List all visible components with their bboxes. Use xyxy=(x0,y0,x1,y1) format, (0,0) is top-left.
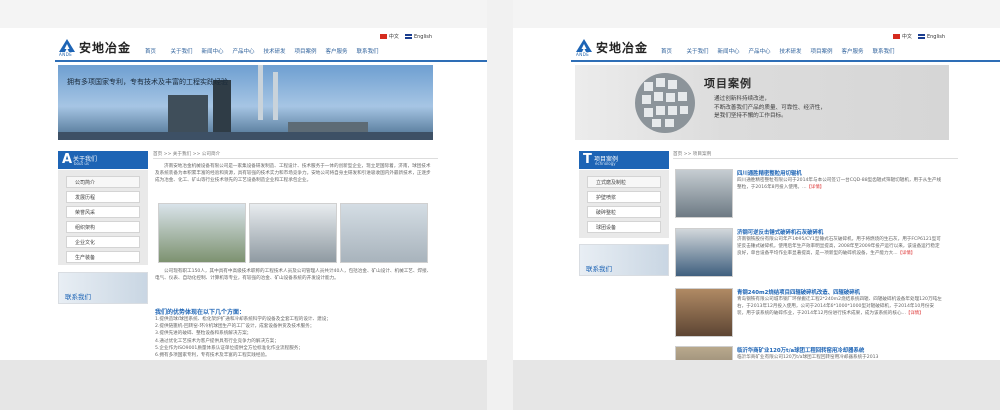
breadcrumb: 首页 >> 关于我们 >> 公司简介 xyxy=(153,152,221,157)
sidebar-item-honors[interactable]: 荣誉风采 xyxy=(66,206,140,218)
photo-factory xyxy=(158,203,246,263)
case-item[interactable]: 四川通胜精密整粒用切辊机 四川通胜精密整粒有限公司于2014年与本公司签订一台C… xyxy=(675,162,941,222)
cube-sphere-icon xyxy=(635,73,695,133)
case-item[interactable]: 青钢240m2烧结项目四辊破碎机改造、四辊破碎机 青岛钢铁有限公司城市钢厂环保搬… xyxy=(675,281,942,341)
staff-paragraph: 公司现有职工150人，其中具有中高级技术职称的工程技术人员及公司管理人员共计40… xyxy=(155,269,432,281)
china-flag-icon xyxy=(379,34,387,39)
sidebar-item-pellet[interactable]: 球团设备 xyxy=(587,221,661,233)
nav-products[interactable]: 产品中心 xyxy=(744,47,775,55)
details-link[interactable]: 【详情】 xyxy=(906,311,924,316)
company-name: 安地冶金 xyxy=(79,41,132,55)
about-banner: 拥有多项国家专利，专有技术及丰富的工程实践经验 xyxy=(58,65,433,140)
sidebar-item-culture[interactable]: 企业文化 xyxy=(66,236,140,248)
uk-flag-icon xyxy=(917,33,925,39)
sidebar-menu: 公司简介 发展历程 荣誉风采 组织架构 企业文化 生产装备 xyxy=(58,170,148,265)
sidebar-menu: 立式磨及制粒 护壁喷浆 破碎整粒 球团设备 xyxy=(579,170,669,238)
nav-about[interactable]: 关于我们 xyxy=(166,47,197,55)
cases-banner: 项目案例 通过创新科持续改进， 不断改善我们产品的质量、可靠性、经济性， 是我们… xyxy=(575,65,949,140)
banner-slogan: 通过创新科持续改进， 不断改善我们产品的质量、可靠性、经济性， 是我们坚持不懈的… xyxy=(714,96,826,119)
breadcrumb: 首页 >> 项目案例 xyxy=(673,152,712,157)
nav-research[interactable]: 技术研发 xyxy=(775,47,806,55)
lang-cn-link[interactable]: 中文 xyxy=(892,33,912,40)
nav-products[interactable]: 产品中心 xyxy=(228,47,259,55)
nav-about[interactable]: 关于我们 xyxy=(682,47,713,55)
china-flag-icon xyxy=(892,34,900,39)
uk-flag-icon xyxy=(404,33,412,39)
nav-home[interactable]: 首页 xyxy=(651,47,682,55)
case-thumbnail xyxy=(675,169,733,218)
list-item: 3.提供先进的破碎、整粒设备和系统解决方案； xyxy=(155,331,252,337)
section-title-box: A 关于我们 bout us xyxy=(58,151,148,169)
sidebar-item-history[interactable]: 发展历程 xyxy=(66,191,140,203)
photo-workshop xyxy=(340,203,428,263)
nav-home[interactable]: 首页 xyxy=(135,47,166,55)
sidebar-item-wall-spray[interactable]: 护壁喷浆 xyxy=(587,191,661,203)
case-item[interactable]: 济钢可逆反击锤式破碎机石灰破碎机 济南钢铁股份有限公司年产1Φ95/CY1型锤式… xyxy=(675,221,941,281)
nav-contact[interactable]: 联系我们 xyxy=(868,47,899,55)
nav-service[interactable]: 客户服务 xyxy=(837,47,868,55)
lang-cn-link[interactable]: 中文 xyxy=(379,33,399,40)
about-page-screenshot: 中文 English ANDE 安地冶金 首页 关于我们 新闻中心 产品中心 技… xyxy=(0,0,487,410)
advantages-title: 我们的优势体现在以下几个方面： xyxy=(155,309,246,316)
logo-mark-icon: ANDE xyxy=(575,38,593,58)
lang-en-link[interactable]: English xyxy=(917,33,945,40)
language-switch: 中文 English xyxy=(892,33,945,40)
advantages-list: 1.提供造球/球团系统、松化架炉扩通和冷却系统科学的设备及全套工程的设计、建设；… xyxy=(155,316,435,359)
top-band xyxy=(513,0,1000,28)
list-item: 5.企业作为ISO9001质量体系认证单位提供全方位标准化作业流程服务； xyxy=(155,345,303,351)
banner-title: 项目案例 xyxy=(704,77,752,90)
cases-page-screenshot: 中文 English ANDE 安地冶金 首页 关于我们 新闻中心 产品中心 技… xyxy=(513,0,1000,410)
list-item: 2.提供链篦机-回转窑-环冷机球团生产的工厂设计，成套设备供货及技术服务； xyxy=(155,324,315,330)
nav-divider xyxy=(571,60,1000,62)
list-item: 4.通过优化工艺技术为客户提供具有行业竞争力的解决方案； xyxy=(155,338,279,344)
nav-research[interactable]: 技术研发 xyxy=(259,47,290,55)
breadcrumb-divider xyxy=(673,158,958,159)
details-link[interactable]: 【详情】 xyxy=(807,185,825,190)
company-name: 安地冶金 xyxy=(596,41,649,55)
sidebar-item-profile[interactable]: 公司简介 xyxy=(66,176,140,188)
logo-mark-icon: ANDE xyxy=(58,38,76,58)
bottom-band xyxy=(513,360,1000,410)
nav-news[interactable]: 新闻中心 xyxy=(197,47,228,55)
photo-office xyxy=(249,203,337,263)
list-item: 6.拥有多项国家专利，专有技术及丰富的工程实践经验。 xyxy=(155,353,270,359)
nav-cases[interactable]: 项目案例 xyxy=(806,47,837,55)
nav-contact[interactable]: 联系我们 xyxy=(352,47,383,55)
list-item: 1.提供造球/球团系统、松化架炉扩通和冷却系统科学的设备及全套工程的设计、建设； xyxy=(155,317,331,322)
nav-news[interactable]: 新闻中心 xyxy=(713,47,744,55)
main-nav: 首页 关于我们 新闻中心 产品中心 技术研发 项目案例 客户服务 联系我们 xyxy=(135,47,383,55)
top-band xyxy=(0,0,487,28)
breadcrumb-divider xyxy=(153,158,438,159)
contact-box[interactable]: 联系我们 xyxy=(58,272,148,304)
company-logo[interactable]: ANDE 安地冶金 xyxy=(58,38,131,58)
sidebar-item-vertical-mill[interactable]: 立式磨及制粒 xyxy=(587,176,661,188)
bottom-band xyxy=(0,360,487,410)
sidebar-item-equipment[interactable]: 生产装备 xyxy=(66,251,140,263)
sidebar-item-crushing[interactable]: 破碎整粒 xyxy=(587,206,661,218)
company-logo[interactable]: ANDE 安地冶金 xyxy=(575,38,648,58)
banner-tower xyxy=(213,80,231,140)
banner-caption: 拥有多项国家专利，专有技术及丰富的工程实践经验 xyxy=(67,78,228,86)
nav-divider xyxy=(55,60,487,62)
section-title-box: T 项目案例 echnology xyxy=(579,151,669,169)
nav-service[interactable]: 客户服务 xyxy=(321,47,352,55)
details-link[interactable]: 【详情】 xyxy=(898,251,916,256)
main-nav: 首页 关于我们 新闻中心 产品中心 技术研发 项目案例 客户服务 联系我们 xyxy=(651,47,899,55)
contact-box[interactable]: 联系我们 xyxy=(579,244,669,276)
case-thumbnail xyxy=(675,288,733,337)
case-thumbnail xyxy=(675,228,733,277)
banner-chimney xyxy=(273,72,278,120)
lang-en-link[interactable]: English xyxy=(404,33,432,40)
banner-chimney xyxy=(258,65,263,120)
intro-paragraph: 济南安地冶金机械设备有限公司是一家集设备研发制造、工程设计、技术服务于一体的创新… xyxy=(155,164,431,183)
banner-ground xyxy=(58,132,433,140)
sidebar-item-structure[interactable]: 组织架构 xyxy=(66,221,140,233)
language-switch: 中文 English xyxy=(379,33,432,40)
nav-cases[interactable]: 项目案例 xyxy=(290,47,321,55)
